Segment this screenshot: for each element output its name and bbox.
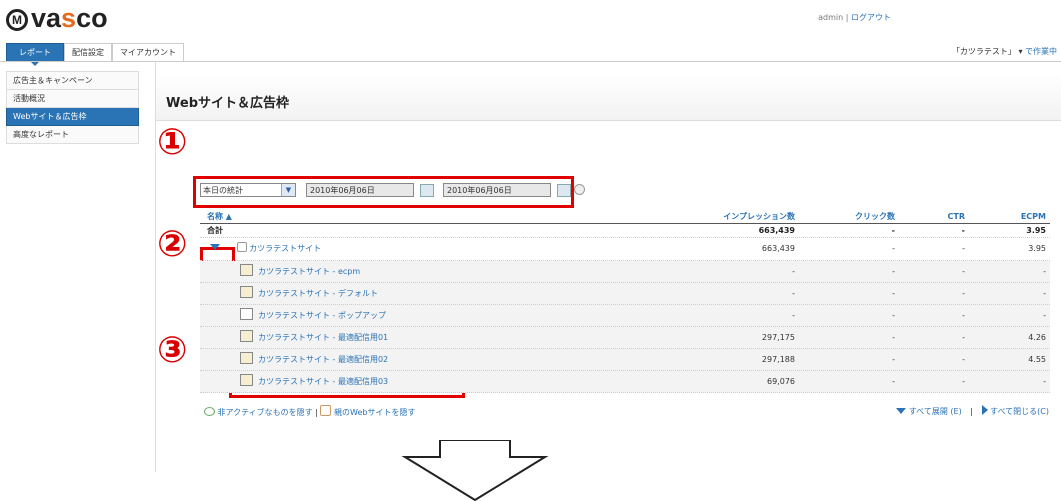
username: admin xyxy=(818,13,844,22)
sidebar-item-advertisers[interactable]: 広告主＆キャンペーン xyxy=(6,71,139,90)
table-row: カツラテストサイト - 最適配信用03 69,076 - - - xyxy=(200,371,1050,393)
table-footer-right: すべて展開 (E) | すべて閉じる(C) xyxy=(896,405,1049,417)
sidebar-item-websites[interactable]: Webサイト＆広告枠 xyxy=(6,108,139,126)
total-row: 合計 663,439 - - 3.95 xyxy=(200,224,1050,238)
zone-link[interactable]: カツラテストサイト - ポップアップ xyxy=(258,311,386,320)
page-title: Webサイト＆広告枠 xyxy=(166,96,289,111)
col-name[interactable]: 名称 ▲ xyxy=(207,210,232,223)
expand-all-icon xyxy=(896,408,907,414)
sidebar-item-advanced-reports[interactable]: 高度なレポート xyxy=(6,126,139,144)
zone-link[interactable]: カツラテストサイト - デフォルト xyxy=(258,289,378,298)
content-header xyxy=(156,74,1061,121)
site-row: カツラテストサイト 663,439 - - 3.95 xyxy=(200,238,1050,261)
tab-my-account[interactable]: マイアカウント xyxy=(112,43,184,61)
user-bar: admin | ログアウト xyxy=(818,13,891,22)
tab-report[interactable]: レポート xyxy=(6,43,64,66)
col-impressions[interactable]: インプレッション数 xyxy=(723,210,795,223)
logo: Mvasco xyxy=(6,4,108,32)
website-icon xyxy=(236,242,247,252)
zone-icon xyxy=(240,330,253,342)
zone-icon xyxy=(240,308,253,320)
eye-icon xyxy=(204,407,215,416)
sites-table: 名称 ▲ インプレッション数 クリック数 CTR ECPM 合計 663,439… xyxy=(200,210,1050,393)
project-name: 「カツラテスト」 xyxy=(951,47,1016,56)
marker-one: ① xyxy=(157,122,188,163)
down-arrow-icon xyxy=(401,440,549,501)
table-row: カツラテストサイト - 最適配信用01 297,175 - - 4.26 xyxy=(200,327,1050,349)
house-icon xyxy=(320,405,332,416)
highlight-filter xyxy=(193,176,574,208)
logo-mark-icon: M xyxy=(6,9,28,31)
hide-parent-link[interactable]: 親のWebサイトを隠す xyxy=(334,408,415,417)
chevron-down-icon: ▾ xyxy=(1018,47,1023,56)
project-selector[interactable]: 「カツラテスト」 ▾ で作業中 xyxy=(952,46,1057,57)
marker-two: ② xyxy=(157,224,188,265)
marker-three: ③ xyxy=(157,330,188,371)
expand-toggle-icon[interactable] xyxy=(210,244,220,250)
table-row: カツラテストサイト - デフォルト - - - - xyxy=(200,283,1050,305)
col-ecpm[interactable]: ECPM xyxy=(1021,210,1046,223)
table-row: カツラテストサイト - ecpm - - - - xyxy=(200,261,1050,283)
project-status: で作業中 xyxy=(1025,47,1057,56)
hide-inactive-link[interactable]: 非アクティブなものを隠す xyxy=(218,408,313,417)
zone-icon xyxy=(240,374,253,386)
content-divider xyxy=(155,62,156,472)
zone-icon xyxy=(240,286,253,298)
table-row: カツラテストサイト - 最適配信用02 297,188 - - 4.55 xyxy=(200,349,1050,371)
zone-icon xyxy=(240,264,253,276)
zone-icon xyxy=(240,352,253,364)
site-name-link[interactable]: カツラテストサイト xyxy=(249,244,321,253)
tab-delivery-settings[interactable]: 配信設定 xyxy=(64,43,112,61)
table-header: 名称 ▲ インプレッション数 クリック数 CTR ECPM xyxy=(200,210,1050,224)
table-row: カツラテストサイト - ポップアップ - - - - xyxy=(200,305,1050,327)
zone-link[interactable]: カツラテストサイト - 最適配信用03 xyxy=(258,377,388,386)
collapse-all-link[interactable]: すべて閉じる(C) xyxy=(990,407,1049,416)
main-tabs: レポート 配信設定 マイアカウント xyxy=(6,43,184,66)
sidebar: 広告主＆キャンペーン 活動概況 Webサイト＆広告枠 高度なレポート xyxy=(6,71,139,144)
zone-link[interactable]: カツラテストサイト - 最適配信用01 xyxy=(258,333,388,342)
logout-link[interactable]: ログアウト xyxy=(851,13,891,22)
sidebar-item-activity[interactable]: 活動概況 xyxy=(6,90,139,108)
table-footer-left: 非アクティブなものを隠す | 親のWebサイトを隠す xyxy=(204,405,415,418)
col-ctr[interactable]: CTR xyxy=(948,210,966,223)
header-divider xyxy=(0,61,1061,62)
col-clicks[interactable]: クリック数 xyxy=(855,210,895,223)
expand-all-link[interactable]: すべて展開 (E) xyxy=(909,407,962,416)
collapse-all-icon xyxy=(981,405,988,415)
zone-link[interactable]: カツラテストサイト - ecpm xyxy=(258,267,360,276)
go-icon[interactable] xyxy=(574,184,585,195)
zone-link[interactable]: カツラテストサイト - 最適配信用02 xyxy=(258,355,388,364)
